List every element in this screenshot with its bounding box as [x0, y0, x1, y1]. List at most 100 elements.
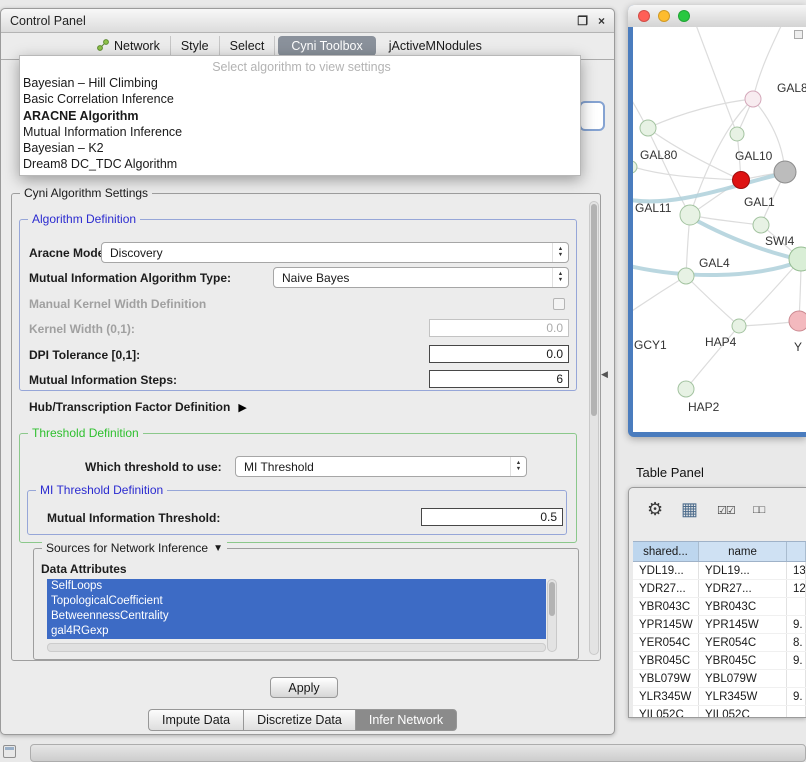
hub-definition-toggle[interactable]: Hub/Transcription Factor Definition ▶: [29, 400, 247, 414]
table-row[interactable]: YDR27...YDR27...12: [633, 580, 806, 598]
dropdown-option[interactable]: Bayesian – Hill Climbing: [20, 75, 580, 91]
control-panel-titlebar: Control Panel ❐ ×: [1, 9, 614, 33]
column-header-name[interactable]: name: [699, 542, 787, 561]
table-row[interactable]: YPR145WYPR145W9.: [633, 616, 806, 634]
collapse-down-icon[interactable]: ▼: [213, 543, 223, 554]
node-label-swi4: SWI4: [765, 234, 794, 248]
mi-threshold-field[interactable]: 0.5: [421, 508, 563, 526]
kernel-width-field[interactable]: 0.0: [429, 319, 569, 337]
table-row[interactable]: YBR043CYBR043C: [633, 598, 806, 616]
mi-threshold-title: MI Threshold Definition: [40, 483, 163, 497]
dpi-tolerance-field[interactable]: 0.0: [429, 345, 569, 363]
dropdown-option-selected[interactable]: ARACNE Algorithm: [20, 108, 580, 124]
tab-select[interactable]: Select: [220, 36, 276, 56]
network-window-titlebar: [628, 5, 806, 27]
table-row[interactable]: YBR045CYBR045C9.: [633, 652, 806, 670]
tab-style[interactable]: Style: [171, 36, 220, 56]
dropdown-option[interactable]: Mutual Information Inference: [20, 124, 580, 140]
canvas-scroll-corner: [794, 30, 803, 39]
control-panel-window: Control Panel ❐ × Network Style Select C…: [0, 8, 615, 735]
table-row[interactable]: YDL19...YDL19...13: [633, 562, 806, 580]
tab-infer-network[interactable]: Infer Network: [355, 709, 457, 731]
network-canvas[interactable]: GAL8 GAL80 GAL10 GAL11 GAL1 SWI4 GAL4 GC…: [633, 27, 806, 432]
table-panel-window: ⚙ ▦ ☑☑ □□ shared... name YDL19...YDL19..…: [628, 487, 806, 718]
manual-kernel-checkbox[interactable]: [553, 298, 565, 310]
attributes-hscrollbar[interactable]: [47, 643, 546, 652]
dropdown-option[interactable]: Basic Correlation Inference: [20, 91, 580, 107]
settings-group-title: Cyni Algorithm Settings: [24, 186, 148, 200]
mi-threshold-label: Mutual Information Threshold:: [47, 511, 220, 525]
tab-cyni-toolbox[interactable]: Cyni Toolbox: [278, 36, 375, 56]
list-item[interactable]: TopologicalCoefficient: [47, 594, 546, 609]
zoom-traffic-light[interactable]: [678, 10, 690, 22]
manual-kernel-label: Manual Kernel Width Definition: [29, 297, 206, 311]
mi-steps-field[interactable]: 6: [429, 370, 569, 388]
network-node[interactable]: [678, 381, 694, 397]
which-threshold-select[interactable]: MI Threshold ▲▼: [235, 456, 527, 477]
mi-steps-label: Mutual Information Steps:: [29, 373, 177, 387]
network-node[interactable]: [732, 319, 746, 333]
tab-impute-data[interactable]: Impute Data: [148, 709, 243, 731]
network-node[interactable]: [789, 311, 806, 331]
desktop: Control Panel ❐ × Network Style Select C…: [0, 0, 806, 762]
node-label-gal1: GAL1: [744, 195, 775, 209]
minimize-traffic-light[interactable]: [658, 10, 670, 22]
table-row[interactable]: YBL079WYBL079W: [633, 670, 806, 688]
network-node[interactable]: [678, 268, 694, 284]
close-traffic-light[interactable]: [638, 10, 650, 22]
list-item[interactable]: gal4RGexp: [47, 624, 546, 639]
attributes-vscrollbar-thumb[interactable]: [549, 582, 555, 616]
kernel-width-label: Kernel Width (0,1):: [29, 322, 135, 336]
column-header-partial[interactable]: [787, 542, 806, 561]
table-row[interactable]: YIL052CYIL052C: [633, 706, 806, 718]
dropdown-placeholder-option[interactable]: Select algorithm to view settings: [20, 59, 580, 75]
table-row[interactable]: YLR345WYLR345W9.: [633, 688, 806, 706]
network-node[interactable]: [680, 205, 700, 225]
network-node[interactable]: [730, 127, 744, 141]
algorithm-settings-button[interactable]: [579, 101, 605, 131]
attributes-vscrollbar[interactable]: [547, 579, 557, 652]
table-panel-title: Table Panel: [636, 465, 704, 480]
hub-definition-label: Hub/Transcription Factor Definition: [29, 400, 230, 414]
gear-icon[interactable]: ⚙: [647, 499, 663, 520]
aracne-mode-select[interactable]: Discovery ▲▼: [101, 242, 569, 263]
network-node[interactable]: [633, 161, 637, 173]
select-none-icon[interactable]: □□: [753, 504, 764, 516]
close-window-icon[interactable]: ×: [598, 14, 605, 28]
columns-icon[interactable]: ▦: [681, 499, 698, 520]
network-view-window: GAL8 GAL80 GAL10 GAL11 GAL1 SWI4 GAL4 GC…: [628, 5, 806, 437]
table-row[interactable]: YER054CYER054C8.: [633, 634, 806, 652]
column-header-shared-name[interactable]: shared...: [633, 542, 699, 561]
tab-discretize-data[interactable]: Discretize Data: [243, 709, 355, 731]
node-table: shared... name YDL19...YDL19...13 YDR27.…: [633, 541, 806, 717]
algorithm-dropdown-popup: Select algorithm to view settings Bayesi…: [19, 55, 581, 176]
split-collapse-arrow-icon[interactable]: ◀: [601, 369, 608, 380]
list-item[interactable]: BetweennessCentrality: [47, 609, 546, 624]
table-header-row: shared... name: [633, 541, 806, 562]
list-item[interactable]: SelfLoops: [47, 579, 546, 594]
node-label-gal80: GAL80: [640, 148, 677, 162]
network-node[interactable]: [745, 91, 761, 107]
node-label-hap4: HAP4: [705, 335, 736, 349]
network-node[interactable]: [753, 217, 769, 233]
node-label-gal4: GAL4: [699, 256, 730, 270]
minimized-panel-icon[interactable]: [3, 745, 16, 758]
network-node[interactable]: [640, 120, 656, 136]
tab-network[interactable]: Network: [87, 36, 171, 57]
mi-type-select[interactable]: Naive Bayes ▲▼: [273, 267, 569, 288]
tab-jactivemodules[interactable]: jActiveMNodules: [379, 36, 492, 56]
network-tab-icon: [97, 39, 109, 54]
network-node-selected[interactable]: [733, 172, 750, 189]
settings-scrollbar-thumb[interactable]: [591, 204, 597, 416]
float-window-icon[interactable]: ❐: [577, 14, 588, 28]
network-node[interactable]: [774, 161, 796, 183]
dropdown-option[interactable]: Dream8 DC_TDC Algorithm: [20, 156, 580, 172]
apply-button[interactable]: Apply: [270, 677, 338, 698]
data-attributes-list: SelfLoops TopologicalCoefficient Between…: [47, 579, 546, 639]
node-label: GAL8: [777, 81, 806, 95]
select-all-icon[interactable]: ☑☑: [717, 504, 735, 517]
dropdown-option[interactable]: Bayesian – K2: [20, 140, 580, 156]
threshold-definition-title: Threshold Definition: [32, 426, 139, 440]
settings-scrollbar[interactable]: [589, 201, 599, 655]
node-label-partial: Y: [794, 340, 802, 354]
